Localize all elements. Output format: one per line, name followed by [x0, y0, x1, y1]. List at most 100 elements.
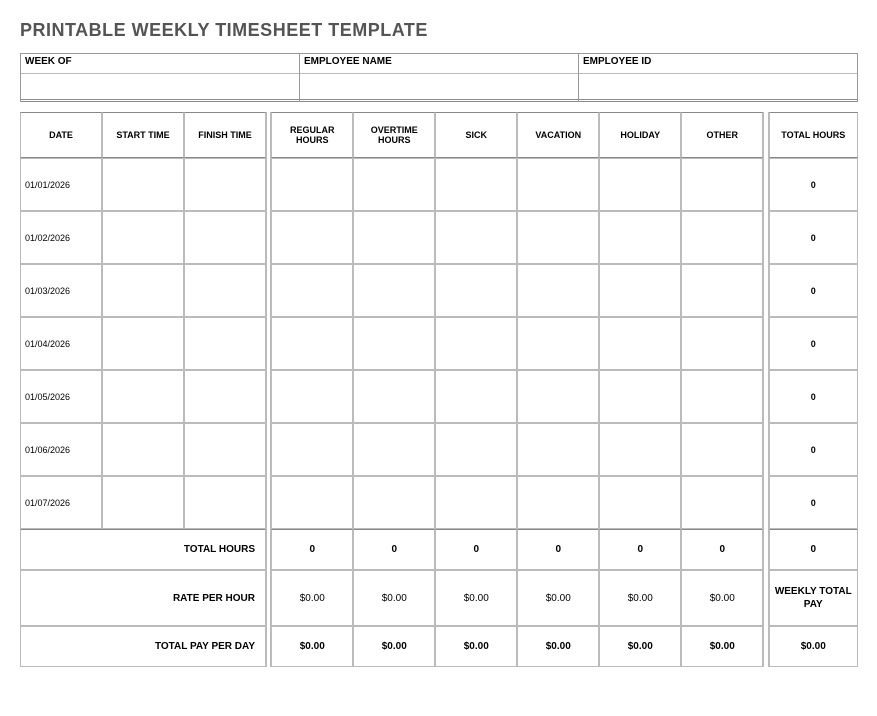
finish-input[interactable]: [187, 497, 263, 508]
other-cell[interactable]: [681, 317, 763, 370]
overtime-cell[interactable]: [353, 423, 435, 476]
vacation-input[interactable]: [520, 444, 596, 455]
finish-input[interactable]: [187, 179, 263, 190]
other-input[interactable]: [684, 444, 760, 455]
vacation-input[interactable]: [520, 179, 596, 190]
sick-cell[interactable]: [435, 476, 517, 529]
other-cell[interactable]: [681, 423, 763, 476]
finish-input[interactable]: [187, 391, 263, 402]
regular-cell[interactable]: [271, 423, 353, 476]
vacation-cell[interactable]: [517, 423, 599, 476]
sick-cell[interactable]: [435, 211, 517, 264]
other-cell[interactable]: [681, 370, 763, 423]
start-cell[interactable]: [102, 317, 184, 370]
overtime-cell[interactable]: [353, 211, 435, 264]
holiday-input[interactable]: [602, 444, 678, 455]
holiday-cell[interactable]: [599, 211, 681, 264]
regular-input[interactable]: [274, 338, 350, 349]
finish-input[interactable]: [187, 232, 263, 243]
regular-cell[interactable]: [271, 158, 353, 211]
overtime-cell[interactable]: [353, 264, 435, 317]
sick-input[interactable]: [438, 232, 514, 243]
regular-input[interactable]: [274, 391, 350, 402]
start-cell[interactable]: [102, 370, 184, 423]
regular-input[interactable]: [274, 232, 350, 243]
other-cell[interactable]: [681, 476, 763, 529]
holiday-cell[interactable]: [599, 158, 681, 211]
other-input[interactable]: [684, 285, 760, 296]
regular-cell[interactable]: [271, 211, 353, 264]
holiday-cell[interactable]: [599, 476, 681, 529]
regular-input[interactable]: [274, 285, 350, 296]
overtime-input[interactable]: [356, 232, 432, 243]
other-input[interactable]: [684, 391, 760, 402]
other-input[interactable]: [684, 338, 760, 349]
start-input[interactable]: [105, 179, 181, 190]
regular-input[interactable]: [274, 444, 350, 455]
holiday-input[interactable]: [602, 179, 678, 190]
other-input[interactable]: [684, 179, 760, 190]
start-cell[interactable]: [102, 158, 184, 211]
sick-cell[interactable]: [435, 158, 517, 211]
sick-input[interactable]: [438, 391, 514, 402]
finish-input[interactable]: [187, 444, 263, 455]
start-input[interactable]: [105, 391, 181, 402]
overtime-input[interactable]: [356, 338, 432, 349]
sick-input[interactable]: [438, 338, 514, 349]
start-input[interactable]: [105, 338, 181, 349]
sick-cell[interactable]: [435, 423, 517, 476]
employee-name-input[interactable]: [300, 74, 578, 102]
vacation-input[interactable]: [520, 338, 596, 349]
start-input[interactable]: [105, 497, 181, 508]
vacation-cell[interactable]: [517, 211, 599, 264]
regular-cell[interactable]: [271, 476, 353, 529]
finish-cell[interactable]: [184, 476, 266, 529]
overtime-cell[interactable]: [353, 370, 435, 423]
vacation-cell[interactable]: [517, 264, 599, 317]
overtime-cell[interactable]: [353, 317, 435, 370]
sick-input[interactable]: [438, 285, 514, 296]
regular-input[interactable]: [274, 179, 350, 190]
regular-cell[interactable]: [271, 317, 353, 370]
vacation-cell[interactable]: [517, 158, 599, 211]
overtime-input[interactable]: [356, 179, 432, 190]
holiday-input[interactable]: [602, 338, 678, 349]
start-cell[interactable]: [102, 476, 184, 529]
finish-input[interactable]: [187, 338, 263, 349]
holiday-cell[interactable]: [599, 370, 681, 423]
finish-cell[interactable]: [184, 264, 266, 317]
holiday-cell[interactable]: [599, 423, 681, 476]
vacation-input[interactable]: [520, 497, 596, 508]
other-cell[interactable]: [681, 211, 763, 264]
start-input[interactable]: [105, 232, 181, 243]
regular-cell[interactable]: [271, 264, 353, 317]
finish-cell[interactable]: [184, 317, 266, 370]
other-cell[interactable]: [681, 158, 763, 211]
sick-cell[interactable]: [435, 317, 517, 370]
vacation-cell[interactable]: [517, 317, 599, 370]
overtime-input[interactable]: [356, 285, 432, 296]
finish-cell[interactable]: [184, 211, 266, 264]
holiday-input[interactable]: [602, 285, 678, 296]
regular-cell[interactable]: [271, 370, 353, 423]
overtime-cell[interactable]: [353, 158, 435, 211]
sick-cell[interactable]: [435, 264, 517, 317]
vacation-input[interactable]: [520, 232, 596, 243]
other-input[interactable]: [684, 497, 760, 508]
week-of-input[interactable]: [21, 74, 299, 102]
holiday-cell[interactable]: [599, 317, 681, 370]
finish-cell[interactable]: [184, 158, 266, 211]
vacation-cell[interactable]: [517, 370, 599, 423]
finish-input[interactable]: [187, 285, 263, 296]
overtime-input[interactable]: [356, 497, 432, 508]
start-cell[interactable]: [102, 211, 184, 264]
start-cell[interactable]: [102, 423, 184, 476]
holiday-input[interactable]: [602, 497, 678, 508]
sick-cell[interactable]: [435, 370, 517, 423]
holiday-input[interactable]: [602, 232, 678, 243]
other-cell[interactable]: [681, 264, 763, 317]
start-input[interactable]: [105, 444, 181, 455]
holiday-input[interactable]: [602, 391, 678, 402]
sick-input[interactable]: [438, 179, 514, 190]
vacation-input[interactable]: [520, 285, 596, 296]
